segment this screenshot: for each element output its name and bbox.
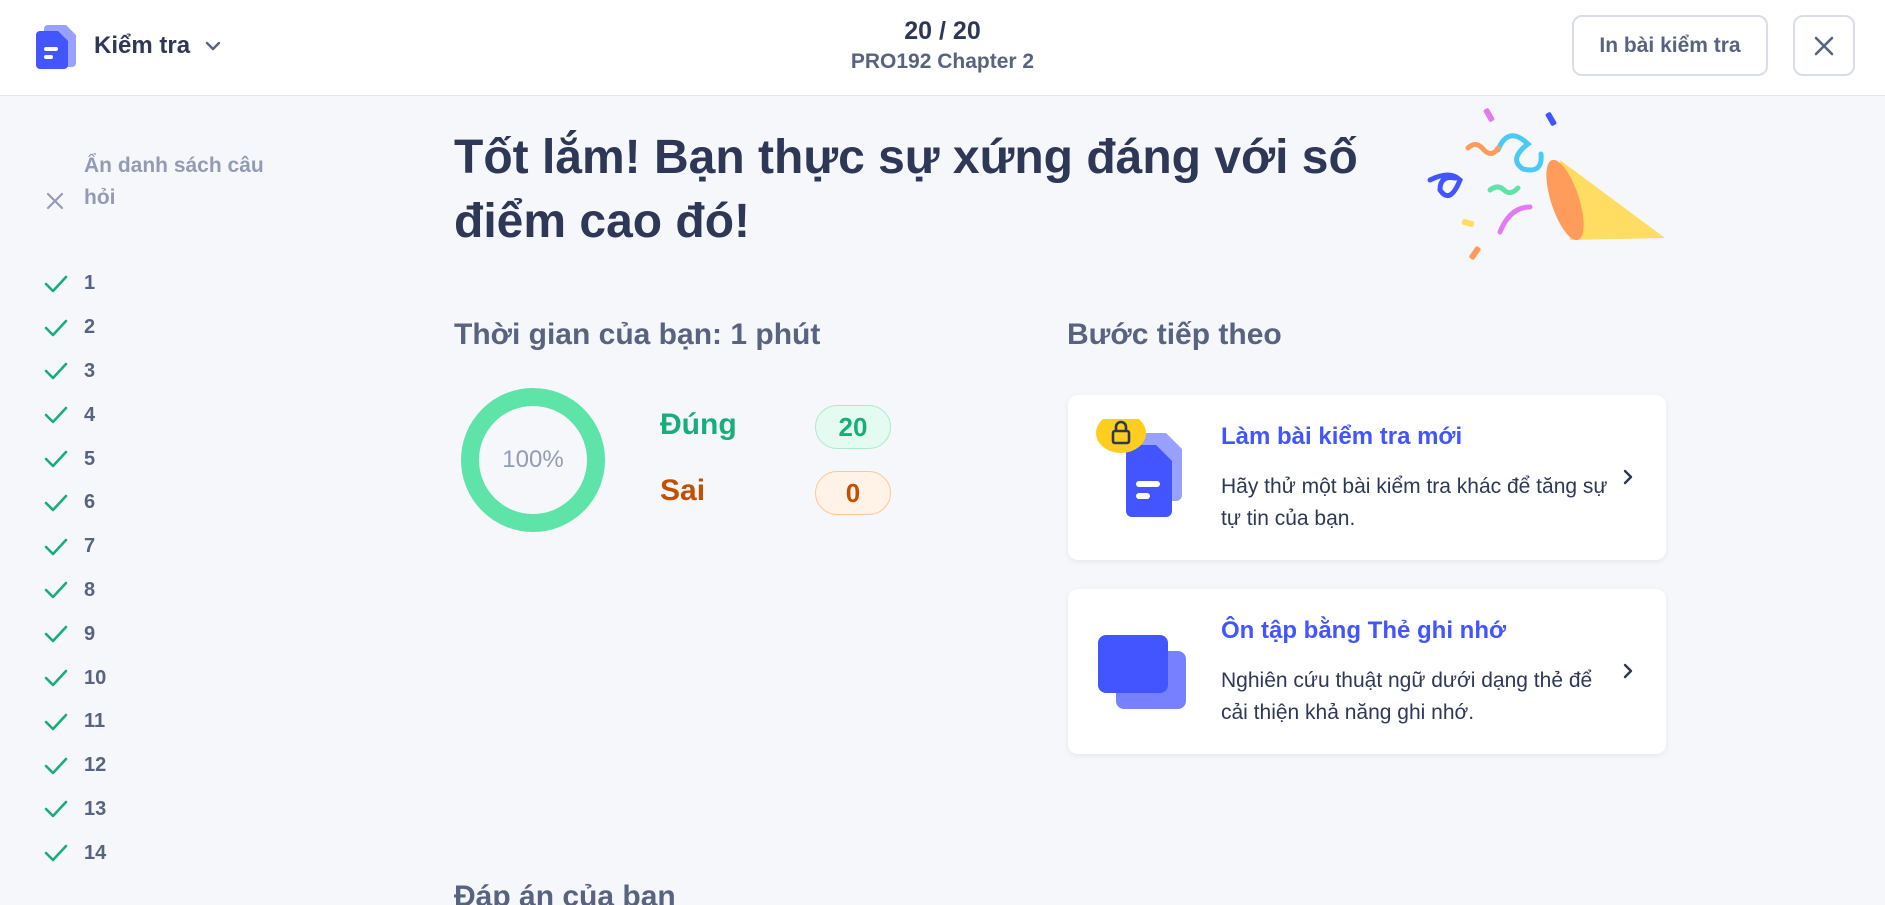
time-summary: Thời gian của bạn: 1 phút: [454, 318, 821, 351]
question-number: 4: [84, 403, 96, 426]
question-item[interactable]: 4: [44, 393, 106, 437]
check-icon: [44, 713, 68, 731]
check-icon: [44, 757, 68, 774]
question-list: 1 2 3 4 5 6 7 8 9 10 11 12 13 14: [44, 262, 106, 875]
locked-test-icon: [1096, 419, 1182, 517]
check-icon: [44, 625, 68, 643]
correct-count-badge: 20: [815, 405, 891, 449]
question-number: 9: [84, 622, 96, 645]
question-number: 2: [84, 316, 96, 339]
chevron-right-icon: [1623, 469, 1633, 485]
wrong-label: Sai: [660, 474, 706, 507]
question-item[interactable]: 7: [44, 525, 106, 569]
question-item[interactable]: 3: [44, 350, 106, 394]
close-icon: [1814, 36, 1834, 55]
question-item[interactable]: 2: [44, 306, 106, 350]
new-test-card[interactable]: Làm bài kiểm tra mới Hãy thử một bài kiể…: [1068, 395, 1666, 560]
close-button[interactable]: [1793, 15, 1855, 76]
question-item[interactable]: 13: [44, 788, 106, 832]
question-number: 7: [84, 535, 96, 558]
check-icon: [44, 275, 68, 293]
question-number: 14: [84, 841, 107, 864]
flashcards-desc: Nghiên cứu thuật ngữ dưới dạng thẻ để cả…: [1221, 669, 1593, 724]
check-icon: [44, 406, 68, 424]
question-number: 5: [84, 447, 96, 470]
question-item[interactable]: 1: [44, 262, 106, 306]
check-icon: [44, 844, 68, 862]
check-icon: [44, 494, 68, 512]
question-number: 12: [84, 754, 107, 777]
print-test-button[interactable]: In bài kiểm tra: [1572, 15, 1768, 76]
hide-list-label: Ẩn danh sách câu hỏi: [84, 154, 264, 209]
check-icon: [44, 669, 68, 687]
question-item[interactable]: 11: [44, 700, 106, 744]
question-sidebar: Ẩn danh sách câu hỏi 1 2 3 4 5 6 7 8 9 10 11 12 13 14: [0, 96, 360, 905]
question-number: 1: [84, 272, 96, 295]
check-icon: [44, 363, 68, 380]
question-number: 10: [84, 666, 107, 689]
check-icon: [44, 582, 68, 599]
question-number: 11: [84, 710, 106, 733]
flashcards-card[interactable]: Ôn tập bằng Thẻ ghi nhớ Nghiên cứu thuật…: [1068, 589, 1666, 754]
question-item[interactable]: 10: [44, 656, 106, 700]
flashcards-icon: [1098, 635, 1186, 709]
question-number: 8: [84, 578, 96, 601]
score-percent: 100%: [502, 446, 564, 473]
result-headline: Tốt lắm! Bạn thực sự xứng đáng với số đi…: [454, 131, 1358, 248]
check-icon: [44, 450, 68, 468]
question-number: 13: [84, 797, 107, 820]
question-item[interactable]: 8: [44, 569, 106, 613]
check-icon: [44, 538, 68, 555]
correct-label: Đúng: [660, 408, 737, 441]
check-icon: [44, 319, 68, 336]
check-icon: [44, 801, 68, 818]
question-number: 6: [84, 491, 96, 514]
question-item[interactable]: 14: [44, 831, 106, 875]
hide-question-list-toggle[interactable]: Ẩn danh sách câu hỏi: [44, 150, 284, 214]
question-item[interactable]: 9: [44, 612, 106, 656]
chevron-right-icon: [1623, 663, 1633, 679]
question-item[interactable]: 6: [44, 481, 106, 525]
party-popper-icon: [1427, 108, 1665, 260]
new-test-desc: Hãy thử một bài kiểm tra khác để tăng sự…: [1221, 475, 1608, 530]
flashcards-title: Ôn tập bằng Thẻ ghi nhớ: [1221, 617, 1507, 644]
new-test-title: Làm bài kiểm tra mới: [1221, 423, 1463, 450]
wrong-count-badge: 0: [815, 471, 891, 515]
next-steps-title: Bước tiếp theo: [1067, 318, 1282, 351]
question-item[interactable]: 12: [44, 744, 106, 788]
answers-section-title: Đáp án của bạn: [454, 880, 676, 905]
top-bar: Kiểm tra 20 / 20 PRO192 Chapter 2 In bài…: [0, 0, 1885, 96]
close-icon: [46, 192, 64, 210]
question-number: 3: [84, 359, 96, 382]
question-item[interactable]: 5: [44, 437, 106, 481]
